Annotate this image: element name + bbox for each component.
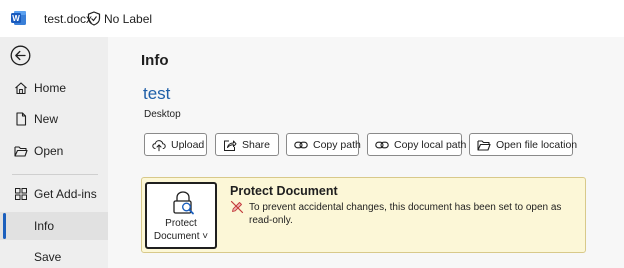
- copy-local-path-button-label: Copy local path: [394, 139, 467, 151]
- folder-icon: [14, 146, 28, 157]
- sidebar-item-label: Save: [34, 250, 62, 264]
- open-file-location-button[interactable]: Open file location: [469, 133, 577, 156]
- copy-path-button[interactable]: Copy path: [286, 133, 361, 156]
- sidebar-item-label: New: [34, 112, 59, 126]
- document-location[interactable]: Desktop: [144, 109, 181, 120]
- sidebar-divider: [12, 174, 98, 175]
- folder-icon: [477, 140, 491, 151]
- grid-icon: [15, 188, 27, 200]
- backstage-sidebar: Home New Open Get Add-ins Info Save: [0, 37, 108, 268]
- open-file-location-button-label: Open file location: [496, 139, 578, 151]
- upload-icon: [152, 140, 166, 152]
- sensitivity-label-icon[interactable]: [87, 11, 101, 26]
- sidebar-item-label: Info: [34, 219, 55, 233]
- sidebar-item-info[interactable]: Info: [0, 212, 108, 240]
- protect-document-panel: Protect Document ˅ Protect Document To p…: [141, 177, 586, 253]
- protect-document-message: To prevent accidental changes, this docu…: [249, 202, 562, 226]
- sidebar-item-open[interactable]: Open: [0, 137, 108, 165]
- svg-text:W: W: [12, 14, 20, 23]
- word-logo-icon: W: [11, 11, 26, 25]
- upload-button[interactable]: Upload: [144, 133, 207, 156]
- sidebar-item-label: Get Add-ins: [34, 187, 97, 201]
- share-button[interactable]: Share: [215, 133, 279, 156]
- active-indicator: [3, 213, 6, 239]
- page-title: Info: [141, 52, 169, 69]
- share-button-label: Share: [242, 139, 271, 151]
- lock-search-icon: [173, 191, 194, 215]
- home-icon: [15, 82, 27, 95]
- document-name: test.docx: [44, 12, 93, 26]
- copy-local-path-button[interactable]: Copy local path: [367, 133, 466, 156]
- sidebar-item-save[interactable]: Save: [0, 243, 108, 268]
- upload-button-label: Upload: [171, 139, 205, 151]
- protect-document-button[interactable]: Protect Document ˅: [145, 182, 217, 249]
- protect-document-heading: Protect Document: [230, 184, 338, 198]
- sidebar-item-label: Open: [34, 144, 64, 158]
- copy-path-button-label: Copy path: [313, 139, 361, 151]
- info-pane: Info test Desktop Upload Share Copy path…: [108, 37, 624, 268]
- sidebar-item-home[interactable]: Home: [0, 74, 108, 102]
- sensitivity-label[interactable]: No Label: [104, 12, 152, 26]
- new-doc-icon: [16, 112, 27, 126]
- protect-button-label-line1: Protect: [165, 218, 197, 229]
- title-bar: W test.docx No Label: [0, 0, 624, 37]
- sidebar-item-get-add-ins[interactable]: Get Add-ins: [0, 180, 108, 208]
- share-icon: [224, 140, 237, 151]
- back-arrow-icon[interactable]: [10, 45, 31, 66]
- pencil-no-edit-icon: [230, 200, 244, 214]
- document-title[interactable]: test: [143, 84, 170, 104]
- link-icon: [375, 141, 389, 149]
- sidebar-item-label: Home: [34, 81, 67, 95]
- protect-button-label-line2: Document ˅: [153, 231, 209, 242]
- sidebar-item-new[interactable]: New: [0, 105, 108, 133]
- link-icon: [294, 141, 308, 149]
